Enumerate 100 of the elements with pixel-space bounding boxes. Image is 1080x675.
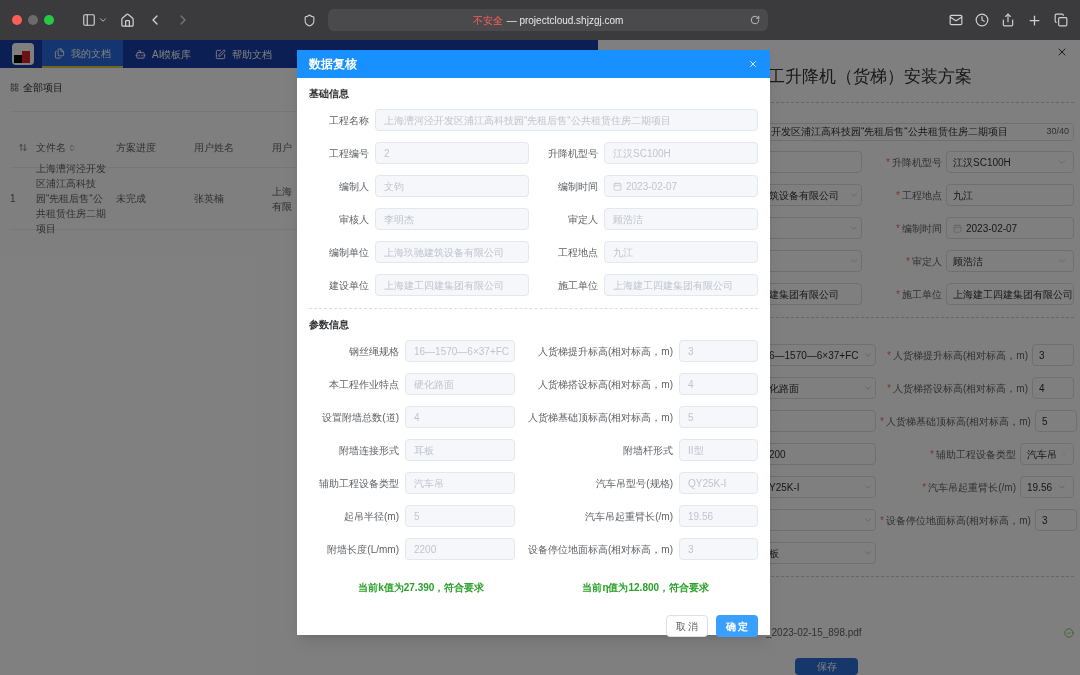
- required-asterisk: *: [880, 513, 884, 528]
- tabs-icon[interactable]: [1054, 13, 1068, 27]
- input-field[interactable]: 3: [1034, 509, 1077, 532]
- save-button[interactable]: 保存: [795, 658, 858, 675]
- field-label: 建设单位: [328, 278, 369, 293]
- required-asterisk: *: [896, 221, 900, 236]
- robot-icon: [135, 48, 146, 60]
- cancel-button[interactable]: 取 消: [666, 615, 708, 637]
- input-field[interactable]: 4: [1032, 377, 1074, 400]
- required-asterisk: *: [930, 447, 934, 462]
- dialog-title: 数据复核: [309, 56, 357, 73]
- required-asterisk: *: [896, 287, 900, 302]
- select-field[interactable]: 江汉SC100H: [946, 151, 1074, 174]
- validation-message: 当前η值为12.800，符合要求: [581, 581, 711, 595]
- zoom-window-icon[interactable]: [44, 15, 54, 25]
- field-label: 审定人: [567, 212, 598, 227]
- section-title: 参数信息: [309, 318, 350, 332]
- nav-tab[interactable]: 帮助文档: [203, 40, 285, 68]
- field-label: 汽车吊起重臂长(/m): [928, 480, 1016, 495]
- share-icon[interactable]: [1001, 13, 1015, 27]
- field-label: 辅助工程设备类型: [318, 476, 399, 491]
- field-label: 编制人: [338, 179, 369, 194]
- field-label: 编制时间: [557, 179, 598, 194]
- select-field[interactable]: 上海建工四建集团有限公司: [946, 283, 1074, 306]
- calendar-icon: [953, 223, 962, 233]
- section-title: 基础信息: [309, 87, 350, 101]
- reload-icon[interactable]: [750, 15, 760, 25]
- required-asterisk: *: [896, 188, 900, 203]
- field-label: 施工单位: [557, 278, 598, 293]
- table-cell-text: 张英楠: [194, 192, 225, 206]
- required-asterisk: *: [887, 348, 891, 363]
- check-circle-icon: [1064, 627, 1074, 638]
- select-field[interactable]: 汽车吊: [1020, 443, 1074, 466]
- column-header: 用户姓名: [194, 141, 235, 155]
- required-asterisk: *: [886, 155, 890, 170]
- field-label: 编制单位: [328, 245, 369, 260]
- field-label: 设置附墙总数(道): [321, 410, 399, 425]
- column-header: 方案进度: [116, 141, 157, 155]
- field-label: 附墙杆形式: [622, 443, 673, 458]
- column-header: 用户: [272, 141, 292, 155]
- field-label: 工程地点: [902, 188, 942, 203]
- field-label: 人货梯提升标高(相对标高，m): [537, 344, 673, 359]
- field-label: 附墙长度(L/mm): [326, 542, 399, 557]
- home-icon[interactable]: [120, 12, 135, 28]
- close-icon[interactable]: [1056, 46, 1068, 58]
- security-label: 不安全: [472, 13, 503, 28]
- field-label: 工程名称: [328, 113, 369, 128]
- field-label: 工程地点: [557, 245, 598, 260]
- close-window-icon[interactable]: [12, 15, 22, 25]
- input-field[interactable]: 5: [1034, 410, 1077, 433]
- edit-icon: [215, 48, 227, 60]
- field-label: 设备停位地面标高(相对标高，m): [527, 542, 673, 557]
- validation-message: 当前k值为27.390，符合要求: [357, 581, 486, 595]
- field-label: 本工程作业特点: [328, 377, 399, 392]
- field-label: 辅助工程设备类型: [936, 447, 1016, 462]
- mail-icon[interactable]: [949, 13, 963, 27]
- required-asterisk: *: [880, 414, 884, 429]
- documents-icon: [54, 47, 65, 59]
- select-field[interactable]: 19.56: [1020, 476, 1074, 499]
- file-name: _2023-02-15_898.pdf: [766, 626, 863, 641]
- grid-icon: [10, 83, 19, 92]
- field-label: 人货梯基础顶标高(相对标高，m): [885, 414, 1031, 429]
- logo-icon: [12, 43, 34, 65]
- input-field[interactable]: 九江: [946, 184, 1074, 207]
- nav-tab[interactable]: AI模板库: [123, 40, 204, 68]
- field-label: 起吊半径(m): [343, 509, 399, 524]
- nav-tab[interactable]: 我的文档: [42, 40, 123, 68]
- field-label: 编制时间: [902, 221, 942, 236]
- field-label: 升降机型号: [892, 155, 942, 170]
- shield-icon[interactable]: [303, 13, 316, 27]
- confirm-button[interactable]: 确 定: [716, 615, 758, 637]
- field-label: 汽车吊起重臂长(/m): [584, 509, 673, 524]
- sidebar-icon[interactable]: [82, 13, 96, 27]
- field-label: 汽车吊型号(规格): [595, 476, 673, 491]
- close-icon[interactable]: [748, 59, 758, 69]
- field-label: 升降机型号: [547, 146, 598, 161]
- url-text: — projectcloud.shjzgj.com: [506, 13, 624, 28]
- field-label: 附墙连接形式: [338, 443, 399, 458]
- clock-icon[interactable]: [975, 13, 989, 27]
- table-cell-text: 1: [10, 192, 17, 206]
- table-cell-text: 未完成: [116, 192, 147, 206]
- chevron-down-icon[interactable]: [98, 15, 108, 25]
- plus-icon[interactable]: [1027, 12, 1042, 28]
- field-label: 钢丝绳规格: [348, 344, 399, 359]
- input-field[interactable]: 3: [1032, 344, 1074, 367]
- address-bar[interactable]: 不安全 — projectcloud.shjzgj.com: [328, 9, 768, 31]
- select-field[interactable]: 顾浩洁: [946, 250, 1074, 273]
- field-label: 设备停位地面标高(相对标高，m): [885, 513, 1031, 528]
- field-label: 人货梯搭设标高(相对标高，m): [537, 377, 673, 392]
- field-label: 人货梯搭设标高(相对标高，m): [893, 381, 1028, 396]
- date-field[interactable]: 2023-02-07: [946, 217, 1074, 240]
- calendar-icon: [613, 181, 622, 191]
- field-label: 施工单位: [902, 287, 942, 302]
- required-asterisk: *: [922, 480, 927, 495]
- required-asterisk: *: [887, 381, 891, 396]
- field-label: 人货梯基础顶标高(相对标高，m): [527, 410, 673, 425]
- character-count: 30/40: [1046, 125, 1069, 139]
- field-label: 审定人: [912, 254, 942, 269]
- section-title: 全部项目: [23, 81, 63, 95]
- table-cell-text: 有限: [272, 199, 292, 214]
